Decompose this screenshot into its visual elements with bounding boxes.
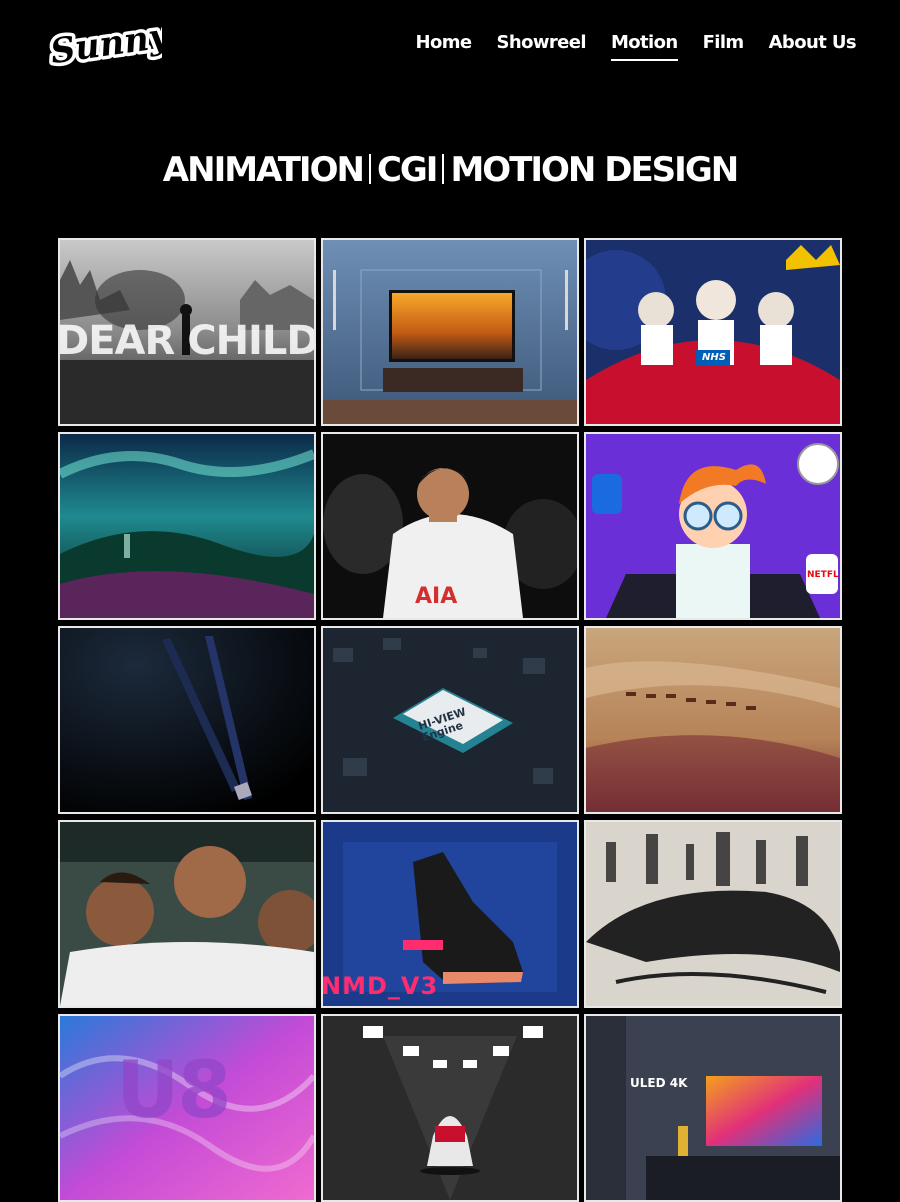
project-tile-chip[interactable]: HI-VIEW Engine	[321, 626, 579, 814]
project-tile-aurora[interactable]	[58, 432, 316, 620]
tile-caption: NHS	[702, 352, 726, 363]
page-title: ANIMATION CGI MOTION DESIGN	[0, 150, 900, 190]
project-tile-tv-room[interactable]	[321, 238, 579, 426]
tile-caption: ULED 4K	[630, 1076, 688, 1090]
tile-caption: NETFLIX	[807, 570, 842, 580]
nav-about-us[interactable]: About Us	[769, 32, 857, 61]
nav-film[interactable]: Film	[703, 32, 745, 61]
title-divider	[368, 154, 371, 184]
tile-caption: U8	[116, 1046, 232, 1136]
title-motion-design: MOTION DESIGN	[450, 150, 739, 190]
thumbnail-sprinter	[323, 1016, 577, 1200]
title-divider	[442, 154, 445, 184]
nav-showreel[interactable]: Showreel	[497, 32, 587, 61]
site-header: Sunny Sunny Home Showreel Motion Film Ab…	[0, 0, 900, 90]
thumbnail-uled	[586, 1016, 840, 1200]
thumbnail-aurora	[60, 434, 314, 618]
title-animation: ANIMATION	[162, 150, 365, 190]
project-grid: DEAR CHILD NHS AIA NETFLI HI-VIEW Engine…	[58, 238, 842, 1202]
thumbnail-cartoon-girl	[586, 434, 840, 618]
tile-caption: DEAR CHILD	[58, 318, 316, 364]
project-tile-desert[interactable]	[584, 626, 842, 814]
title-cgi: CGI	[376, 150, 438, 190]
project-tile-cartoon-girl[interactable]: NETFLIX	[584, 432, 842, 620]
project-tile-uled[interactable]: ULED 4K	[584, 1014, 842, 1202]
sunny-logo[interactable]: Sunny Sunny	[44, 14, 162, 72]
project-tile-dear-child[interactable]: DEAR CHILD	[58, 238, 316, 426]
nav-motion[interactable]: Motion	[610, 32, 678, 61]
main-nav: Home Showreel Motion Film About Us	[416, 32, 857, 61]
project-tile-ink-city[interactable]	[584, 820, 842, 1008]
tile-caption: AIA	[415, 584, 458, 609]
thumbnail-england	[586, 240, 840, 424]
project-tile-player[interactable]: AIA	[321, 432, 579, 620]
thumbnail-desert	[586, 628, 840, 812]
thumbnail-tv-room	[323, 240, 577, 424]
logo-text: Sunny	[48, 16, 162, 72]
thumbnail-ink-city	[586, 822, 840, 1006]
thumbnail-straightener	[60, 628, 314, 812]
project-tile-sneaker[interactable]: NMD_V3	[321, 820, 579, 1008]
nav-home[interactable]: Home	[416, 32, 473, 61]
project-tile-england[interactable]: NHS	[584, 238, 842, 426]
tile-caption: NMD_V3	[321, 972, 439, 1000]
project-tile-sprinter[interactable]	[321, 1014, 579, 1202]
project-tile-u8[interactable]: U8	[58, 1014, 316, 1202]
thumbnail-footballers	[60, 822, 314, 1006]
project-tile-footballers[interactable]	[58, 820, 316, 1008]
project-tile-straightener[interactable]	[58, 626, 316, 814]
